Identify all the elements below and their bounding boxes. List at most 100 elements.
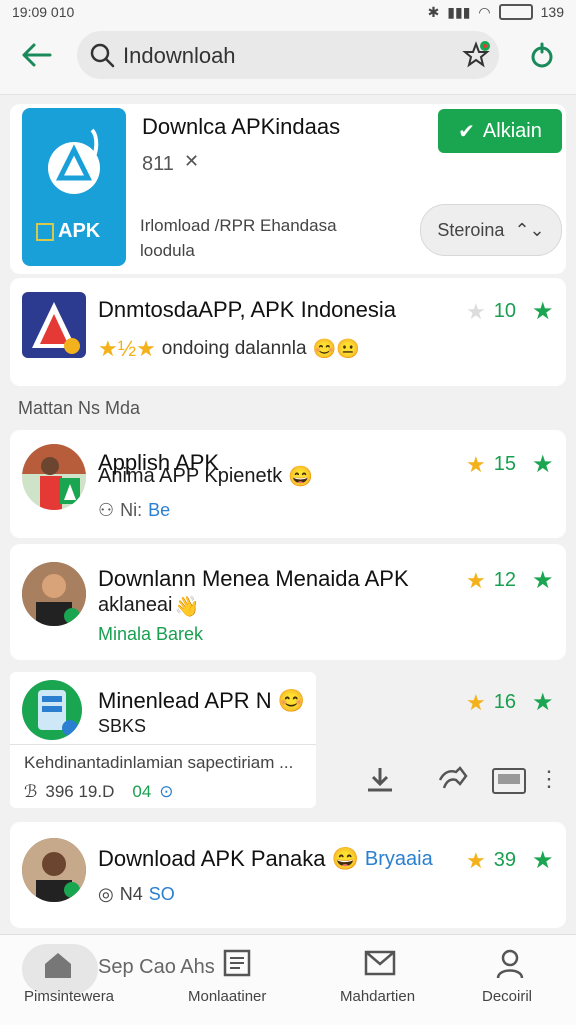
featured-title: DnmtosdaAPP, APK Indonesia <box>98 297 397 322</box>
star-rating-icon: ★½★ <box>98 336 156 361</box>
apk-badge-icon <box>36 222 54 241</box>
app-desc-1: Irlomload /RPR Ehandasa <box>140 216 337 235</box>
app-logo-icon <box>48 128 100 194</box>
user-icon: ⚇ <box>98 500 115 520</box>
app-icon[interactable]: APK <box>22 108 126 266</box>
star-icon: ★ <box>466 847 486 873</box>
back-arrow-icon[interactable] <box>20 40 54 75</box>
item-meta-row: ◎ N4 SO <box>98 884 175 905</box>
profile-icon[interactable] <box>494 948 526 985</box>
emoji-icon: 😊 <box>277 688 306 713</box>
download-icon[interactable] <box>364 764 396 799</box>
news-icon[interactable] <box>222 948 252 983</box>
trend-icon: ⌃⌄ <box>514 219 545 240</box>
featured-subtitle-row: ★½★ ondoing dalannla 😊😐 <box>98 336 360 362</box>
item-rating-value: 39 <box>493 849 516 871</box>
avatar <box>22 562 86 626</box>
more-icon[interactable]: ⋮ <box>538 766 560 792</box>
avatar <box>22 444 86 510</box>
install-button[interactable]: ✔ Alkiain <box>438 109 562 153</box>
status-icons: ✱ ▮▮▮ ◠ 139 <box>428 4 564 21</box>
item-rating-value: 15 <box>493 453 516 475</box>
close-icon[interactable]: ✕ <box>184 151 199 172</box>
nav-overlay-text: Sep Cao Ahs <box>98 956 215 978</box>
refresh-icon[interactable] <box>526 40 558 77</box>
divider <box>10 744 316 745</box>
item-rating: ★ 39 ★ <box>466 846 554 875</box>
star-icon[interactable]: ★ <box>532 297 554 326</box>
item-meta: N4 <box>119 884 143 904</box>
list-item[interactable] <box>10 544 566 660</box>
battery-icon <box>498 4 533 20</box>
item-meta-link[interactable]: Be <box>148 500 170 521</box>
section-label: Mattan Ns Mda <box>18 398 141 418</box>
item-meta-num: 396 19.D <box>45 782 115 801</box>
app-icon-label: APK <box>58 220 101 242</box>
item-title-2: aklaneai <box>98 594 173 616</box>
secondary-button[interactable]: Steroina ⌃⌄ <box>420 204 562 256</box>
app-title: Downlca APKindaas <box>142 114 341 139</box>
bluetooth-icon: ✱ <box>427 3 440 20</box>
info-icon[interactable]: ⊙ <box>159 782 173 802</box>
featured-app-icon <box>22 292 86 358</box>
avatar <box>22 838 86 902</box>
emoji-icon: 😄 <box>288 466 314 488</box>
item-title-bottom-row: Anima APP Kpienetk 😄 <box>98 464 313 489</box>
clock-icon: ◎ <box>98 884 114 904</box>
tablet-icon[interactable] <box>492 768 526 794</box>
item-desc: Kehdinantadinlamian sapectiriam ... <box>24 753 294 772</box>
item-title: Minenlead APR N <box>98 688 272 713</box>
featured-card[interactable] <box>10 278 566 386</box>
featured-subtitle: ondoing dalannla <box>161 338 307 359</box>
nav-label-mail[interactable]: Mahdartien <box>340 988 415 1005</box>
star-icon: ★ <box>466 451 486 477</box>
favorite-star-icon[interactable]: ★ <box>532 450 554 479</box>
star-outline-icon: ★ <box>466 298 486 324</box>
star-icon: ★ <box>466 567 486 593</box>
item-rating-value: 12 <box>493 569 516 591</box>
item-title: Download APK Panaka <box>98 846 326 871</box>
emoji-icon: 😊😐 <box>312 339 360 360</box>
check-icon: ✔ <box>458 120 475 143</box>
status-time: 19:09 010 <box>12 4 75 20</box>
home-icon[interactable] <box>42 950 74 985</box>
secondary-button-label: Steroina <box>437 219 505 240</box>
item-title-2-row: aklaneai 👋 <box>98 594 199 619</box>
item-meta-row: ℬ 396 19.D 04 ⊙ <box>24 782 174 802</box>
star-icon: ★ <box>466 689 486 715</box>
heart-icon: ℬ <box>24 782 38 801</box>
item-title-row: Minenlead APR N 😊 <box>98 688 305 714</box>
item-meta-link[interactable]: SO <box>149 884 175 905</box>
battery-level: 139 <box>540 4 564 20</box>
favorite-star-icon[interactable]: ★ <box>532 846 554 875</box>
item-rating: ★ 12 ★ <box>466 566 554 595</box>
item-title-link[interactable]: Bryaaia <box>365 848 433 871</box>
wifi-icon: ◠ <box>478 3 491 20</box>
favorite-star-icon[interactable]: ★ <box>532 566 554 595</box>
nav-label-news[interactable]: Monlaatiner <box>188 988 266 1005</box>
star-badge-icon[interactable] <box>461 40 491 75</box>
search-bar[interactable]: Indownloah <box>77 31 499 79</box>
signal-icon: ▮▮▮ <box>447 3 471 20</box>
search-input[interactable]: Indownloah <box>123 43 236 69</box>
avatar <box>22 680 82 740</box>
emoji-icon: 👋 <box>174 596 200 618</box>
item-title: Downlann Menea Menaida APK <box>98 566 409 591</box>
item-meta-prefix: Ni: <box>120 500 143 520</box>
share-icon[interactable] <box>436 764 470 799</box>
search-icon <box>90 43 115 68</box>
list-item[interactable] <box>10 822 566 928</box>
emoji-icon: 😄 <box>331 846 359 871</box>
nav-label-home[interactable]: Pimsintewera <box>24 988 114 1005</box>
nav-label-profile[interactable]: Decoiril <box>482 988 532 1005</box>
favorite-star-icon[interactable]: ★ <box>532 688 554 717</box>
mail-icon[interactable] <box>364 950 396 981</box>
item-title-row: Download APK Panaka 😄 Bryaaia <box>98 846 433 872</box>
item-sub: SBKS <box>98 716 147 736</box>
featured-rating: ★ 10 ★ <box>466 297 554 326</box>
item-title-bottom: Anima APP Kpienetk <box>98 465 283 487</box>
item-meta-row: ⚇ Ni: Be <box>98 500 170 521</box>
item-rating: ★ 15 ★ <box>466 450 554 479</box>
install-label: Alkiain <box>482 119 542 142</box>
item-meta-link[interactable]: Minala Barek <box>98 624 203 645</box>
